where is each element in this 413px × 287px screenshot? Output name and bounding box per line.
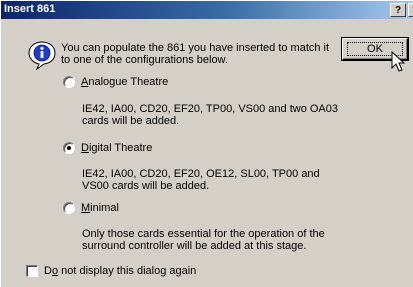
insert-dialog: Insert 861 ? × You can populate the 861 … <box>0 0 413 287</box>
radio-label-minimal: Minimal <box>81 202 119 214</box>
mouse-cursor-icon <box>391 51 406 72</box>
radio-label-digital: Digital Theatre <box>81 142 153 154</box>
close-button[interactable]: × <box>408 3 413 17</box>
radio-selected-dot <box>67 146 71 150</box>
window-title: Insert 861 <box>4 3 56 15</box>
radio-button[interactable] <box>63 76 75 88</box>
title-bar[interactable]: Insert 861 ? × <box>1 1 413 19</box>
do-not-display-checkbox[interactable] <box>26 265 38 277</box>
message-text: You can populate the 861 you have insert… <box>61 42 330 66</box>
radio-button[interactable] <box>63 202 75 214</box>
info-icon <box>28 41 56 71</box>
description-minimal: Only those cards essential for the opera… <box>82 228 325 252</box>
do-not-display-label: Do not display this dialog again <box>44 265 197 277</box>
ok-label: OK <box>367 43 383 55</box>
description-analogue: IE42, IA00, CD20, EF20, TP00, VS00 and t… <box>82 103 339 127</box>
radio-button[interactable] <box>63 142 75 154</box>
radio-label-analogue: Analogue Theatre <box>81 76 169 88</box>
help-button[interactable]: ? <box>390 3 406 17</box>
description-digital: IE42, IA00, CD20, EF20, OE12, SL00, TP00… <box>82 168 320 192</box>
